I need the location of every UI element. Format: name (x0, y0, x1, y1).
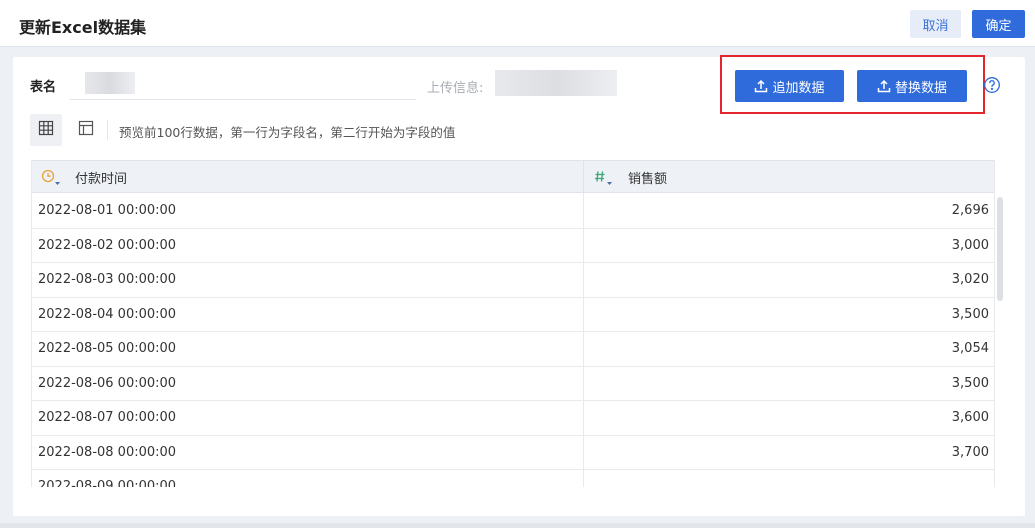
append-data-button[interactable]: 追加数据 (735, 70, 844, 102)
bottom-edge (0, 523, 1035, 528)
cell-sales: 3,500 (951, 375, 989, 391)
upload-info-label: 上传信息: (427, 81, 484, 96)
dialog-header: 更新Excel数据集 取消 确定 (0, 0, 1035, 47)
hash-icon[interactable] (594, 169, 616, 187)
preview-hint: 预览前100行数据，第一行为字段名，第二行开始为字段的值 (119, 125, 456, 140)
layout-view-icon (78, 120, 94, 140)
cell-sales: 3,600 (951, 410, 989, 426)
upload-info-value-redacted (495, 70, 617, 96)
table-row: 2022-08-03 00:00:00 3,020 (32, 263, 994, 298)
clock-icon[interactable] (41, 169, 63, 187)
cell-sales: 3,054 (951, 341, 989, 357)
table-scrollbar[interactable] (997, 197, 1003, 301)
cell-time: 2022-08-05 00:00:00 (32, 332, 584, 366)
toolbar-divider (107, 120, 108, 140)
table-name-input[interactable] (70, 70, 416, 100)
content-panel: 表名 上传信息: 追加数据 替换数据 预览前100行数据，第一行为字段名，第二行… (13, 55, 1025, 516)
grid-view-toggle[interactable] (30, 114, 62, 146)
table-row: 2022-08-01 00:00:00 2,696 (32, 194, 994, 229)
cell-time: 2022-08-02 00:00:00 (32, 228, 584, 262)
table-body: 2022-08-01 00:00:00 2,696 2022-08-02 00:… (32, 194, 994, 487)
table-row: 2022-08-04 00:00:00 3,500 (32, 297, 994, 332)
grid-view-icon (38, 120, 54, 140)
upload-icon (754, 79, 768, 93)
upload-icon (877, 79, 891, 93)
cell-time: 2022-08-01 00:00:00 (32, 194, 584, 228)
preview-table[interactable]: 付款时间 销售额 2022-08-01 00:00:00 2,696 2022-… (31, 160, 995, 487)
cell-time: 2022-08-03 00:00:00 (32, 263, 584, 297)
cell-sales: 2,696 (951, 203, 989, 219)
layout-view-toggle[interactable] (70, 114, 102, 146)
cell-sales: 3,500 (951, 306, 989, 322)
cell-sales: 3,020 (951, 272, 989, 288)
cell-time: 2022-08-06 00:00:00 (32, 366, 584, 400)
column-header-sales[interactable]: 销售额 (584, 161, 994, 194)
cancel-button[interactable]: 取消 (910, 10, 961, 38)
table-name-value-redacted (85, 72, 135, 94)
column-header-label: 付款时间 (75, 172, 128, 187)
replace-data-label: 替换数据 (894, 80, 947, 96)
table-row: 2022-08-09 00:00:00 (32, 470, 994, 487)
cell-time: 2022-08-04 00:00:00 (32, 297, 584, 331)
help-circle-icon[interactable] (983, 76, 1001, 94)
cell-time: 2022-08-09 00:00:00 (32, 470, 584, 487)
cell-sales: 3,700 (951, 444, 989, 460)
cell-sales (584, 470, 994, 487)
replace-data-button[interactable]: 替换数据 (857, 70, 967, 102)
table-row: 2022-08-08 00:00:00 3,700 (32, 435, 994, 470)
column-header-time[interactable]: 付款时间 (32, 161, 584, 194)
table-name-label: 表名 (30, 80, 57, 95)
table-row: 2022-08-02 00:00:00 3,000 (32, 228, 994, 263)
dialog-title: 更新Excel数据集 (19, 18, 147, 37)
cell-time: 2022-08-07 00:00:00 (32, 401, 584, 435)
append-data-label: 追加数据 (772, 80, 825, 96)
confirm-button[interactable]: 确定 (972, 10, 1025, 38)
table-row: 2022-08-07 00:00:00 3,600 (32, 401, 994, 436)
table-header: 付款时间 销售额 (32, 160, 994, 194)
table-row: 2022-08-05 00:00:00 3,054 (32, 332, 994, 367)
column-header-label: 销售额 (628, 172, 668, 187)
cell-sales: 3,000 (951, 237, 989, 253)
table-row: 2022-08-06 00:00:00 3,500 (32, 366, 994, 401)
cell-time: 2022-08-08 00:00:00 (32, 435, 584, 469)
